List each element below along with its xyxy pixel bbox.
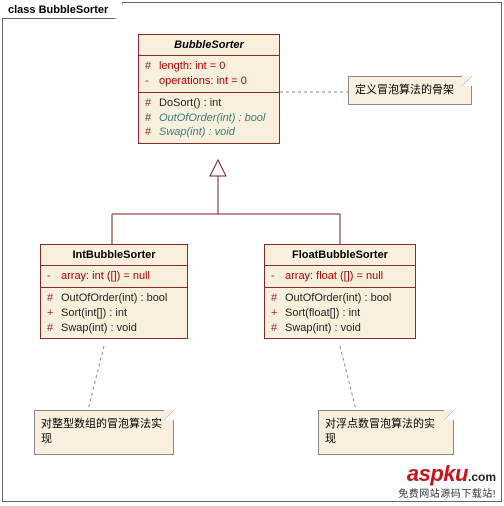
note-intbubblesorter: 对整型数组的冒泡算法实现 [34, 410, 174, 455]
class-bubblesorter: BubbleSorter #length: int = 0 -operation… [138, 34, 280, 144]
note-fold-icon [164, 410, 174, 420]
note-fold-icon [444, 410, 454, 420]
watermark: aspku.com 免费网站源码下载站! [398, 461, 496, 500]
watermark-brand: aspku [407, 461, 468, 486]
class-name: IntBubbleSorter [41, 245, 187, 265]
class-intbubblesorter: IntBubbleSorter -array: int ([]) = null … [40, 244, 188, 339]
watermark-suffix: .com [468, 470, 496, 484]
frame-title: class BubbleSorter [2, 2, 123, 19]
attributes: -array: float ([]) = null [265, 265, 415, 287]
operations: #OutOfOrder(int) : bool +Sort(int[]) : i… [41, 287, 187, 339]
operations: #OutOfOrder(int) : bool +Sort(float[]) :… [265, 287, 415, 339]
note-text: 对浮点数冒泡算法的实现 [325, 418, 435, 445]
note-text: 对整型数组的冒泡算法实现 [41, 418, 162, 445]
attributes: #length: int = 0 -operations: int = 0 [139, 55, 279, 92]
note-fold-icon [462, 76, 472, 86]
class-floatbubblesorter: FloatBubbleSorter -array: float ([]) = n… [264, 244, 416, 339]
note-floatbubblesorter: 对浮点数冒泡算法的实现 [318, 410, 454, 455]
note-text: 定义冒泡算法的骨架 [355, 84, 454, 96]
operations: #DoSort() : int #OutOfOrder(int) : bool … [139, 92, 279, 144]
note-bubblesorter: 定义冒泡算法的骨架 [348, 76, 472, 105]
class-name: FloatBubbleSorter [265, 245, 415, 265]
watermark-tagline: 免费网站源码下载站! [398, 485, 496, 500]
frame-title-text: class BubbleSorter [8, 4, 108, 16]
attributes: -array: int ([]) = null [41, 265, 187, 287]
class-name: BubbleSorter [139, 35, 279, 55]
